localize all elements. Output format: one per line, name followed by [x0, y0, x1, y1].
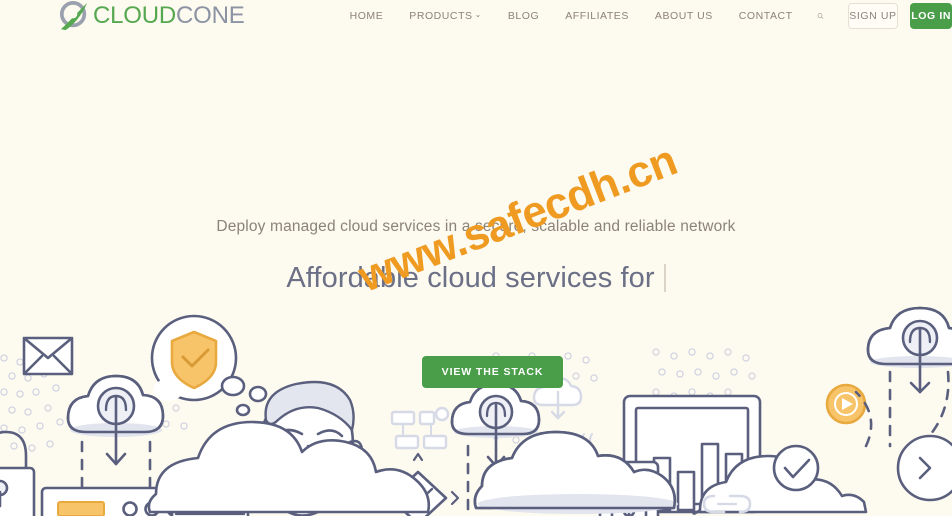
nav-item-products[interactable]: PRODUCTS ⌄ — [409, 10, 482, 22]
hero-title-text: Affordable cloud services for — [286, 262, 655, 294]
nav-item-contact[interactable]: CONTACT — [739, 10, 793, 22]
nav-item-affiliates-label: AFFILIATES — [565, 10, 629, 22]
nav-item-products-label: PRODUCTS — [409, 10, 473, 22]
nav-item-blog[interactable]: BLOG — [508, 10, 539, 22]
signup-button[interactable]: SIGN UP — [847, 3, 899, 29]
search-icon[interactable] — [817, 9, 824, 23]
view-the-stack-button[interactable]: VIEW THE STACK — [422, 356, 563, 388]
hero-subtitle: Deploy managed cloud services in a secur… — [216, 218, 736, 235]
nav-item-blog-label: BLOG — [507, 10, 540, 22]
nav-item-about-us-label: ABOUT US — [654, 10, 713, 22]
nav-item-affiliates[interactable]: AFFILIATES — [565, 10, 629, 22]
hero-title: Affordable cloud services for — [0, 262, 952, 295]
nav-item-home-label: HOME — [349, 10, 384, 22]
typing-cursor — [663, 264, 666, 292]
logo-text-secondary: CONE — [176, 2, 245, 29]
cloudcone-swoosh-logo-icon — [59, 1, 88, 31]
logo-text: CLOUDCONE — [93, 4, 245, 28]
site-header: CLOUDCONE HOME PRODUCTS ⌄ BLOG AFFILIATE… — [0, 0, 952, 32]
nav-item-home[interactable]: HOME — [350, 10, 384, 22]
hero-section: Deploy managed cloud services in a secur… — [0, 0, 952, 516]
main-navigation: HOME PRODUCTS ⌄ BLOG AFFILIATES ABOUT US… — [350, 10, 793, 22]
login-button[interactable]: LOG IN — [910, 3, 952, 29]
logo-text-primary: CLOUD — [93, 2, 177, 29]
chevron-down-icon: ⌄ — [474, 10, 482, 19]
nav-item-about-us[interactable]: ABOUT US — [655, 10, 713, 22]
logo[interactable]: CLOUDCONE — [58, 1, 245, 31]
nav-item-contact-label: CONTACT — [738, 10, 793, 22]
